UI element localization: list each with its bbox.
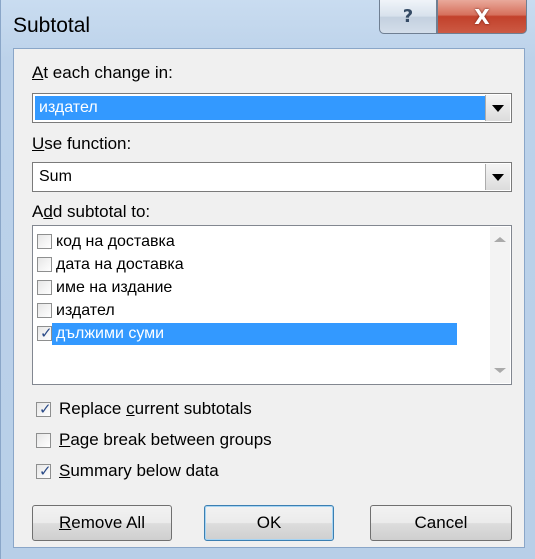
checkbox[interactable]: [37, 257, 52, 272]
list-item-label: име на издание: [56, 278, 173, 296]
checkbox[interactable]: [37, 234, 52, 249]
use-function-label: Use function:: [32, 134, 132, 153]
dropdown-arrow-button[interactable]: [485, 164, 510, 190]
list-item[interactable]: име на издание: [37, 276, 457, 299]
at-each-change-value: издател: [35, 96, 485, 120]
summary-label: Summary below data: [59, 461, 219, 480]
list-item-label: издател: [56, 301, 115, 319]
scroll-down-icon[interactable]: [494, 368, 506, 373]
remove-all-label: Remove All: [59, 513, 145, 532]
replace-current-subtotals-option[interactable]: ✓ Replace current subtotals: [36, 399, 252, 419]
list-item-label: дата на доставка: [56, 255, 184, 273]
chevron-down-icon: [492, 173, 504, 181]
subtotal-dialog: Subtotal ? X At each change in: издател …: [0, 0, 535, 559]
add-subtotal-list[interactable]: код на доставка дата на доставка име на …: [32, 225, 512, 385]
summary-below-data-option[interactable]: ✓ Summary below data: [36, 461, 219, 481]
checkbox[interactable]: [37, 303, 52, 318]
remove-all-button[interactable]: Remove All: [32, 505, 172, 541]
list-item[interactable]: издател: [37, 299, 457, 322]
list-item[interactable]: код на доставка: [37, 230, 457, 253]
check-icon: ✓: [39, 399, 52, 418]
title-bar[interactable]: Subtotal ? X: [1, 0, 535, 48]
at-each-change-label: At each change in:: [32, 63, 173, 82]
checkbox[interactable]: [37, 280, 52, 295]
add-subtotal-label: Add subtotal to:: [32, 202, 151, 221]
list-item-label: код на доставка: [56, 232, 175, 250]
list-item-label: дължими суми: [52, 322, 457, 345]
dialog-body: At each change in: издател Use function:…: [13, 48, 525, 548]
check-icon: ✓: [40, 324, 53, 342]
scroll-up-icon[interactable]: [494, 237, 506, 242]
checkbox-checked[interactable]: ✓: [37, 324, 53, 342]
close-button[interactable]: X: [437, 0, 527, 34]
replace-label: Replace current subtotals: [59, 399, 252, 418]
dropdown-arrow-button[interactable]: [485, 95, 510, 121]
list-scrollbar[interactable]: [490, 227, 510, 383]
cancel-label: Cancel: [414, 513, 468, 532]
page-break-option[interactable]: Page break between groups: [36, 430, 272, 450]
help-icon: ?: [402, 6, 414, 27]
use-function-dropdown[interactable]: Sum: [32, 162, 512, 192]
page-break-checkbox[interactable]: [36, 432, 51, 448]
close-icon: X: [474, 4, 490, 29]
page-break-label: Page break between groups: [59, 430, 272, 449]
list-item[interactable]: дата на доставка: [37, 253, 457, 276]
check-icon: ✓: [39, 461, 52, 480]
help-button[interactable]: ?: [379, 0, 437, 34]
list-item-selected[interactable]: ✓ дължими суми: [37, 322, 457, 345]
ok-label: OK: [256, 513, 282, 532]
dialog-title: Subtotal: [13, 14, 91, 37]
cancel-button[interactable]: Cancel: [370, 505, 512, 541]
chevron-down-icon: [492, 104, 504, 112]
use-function-value: Sum: [39, 168, 72, 185]
ok-button[interactable]: OK: [204, 505, 334, 541]
summary-checkbox[interactable]: ✓: [36, 461, 52, 480]
at-each-change-dropdown[interactable]: издател: [32, 93, 512, 123]
replace-checkbox[interactable]: ✓: [36, 399, 52, 418]
